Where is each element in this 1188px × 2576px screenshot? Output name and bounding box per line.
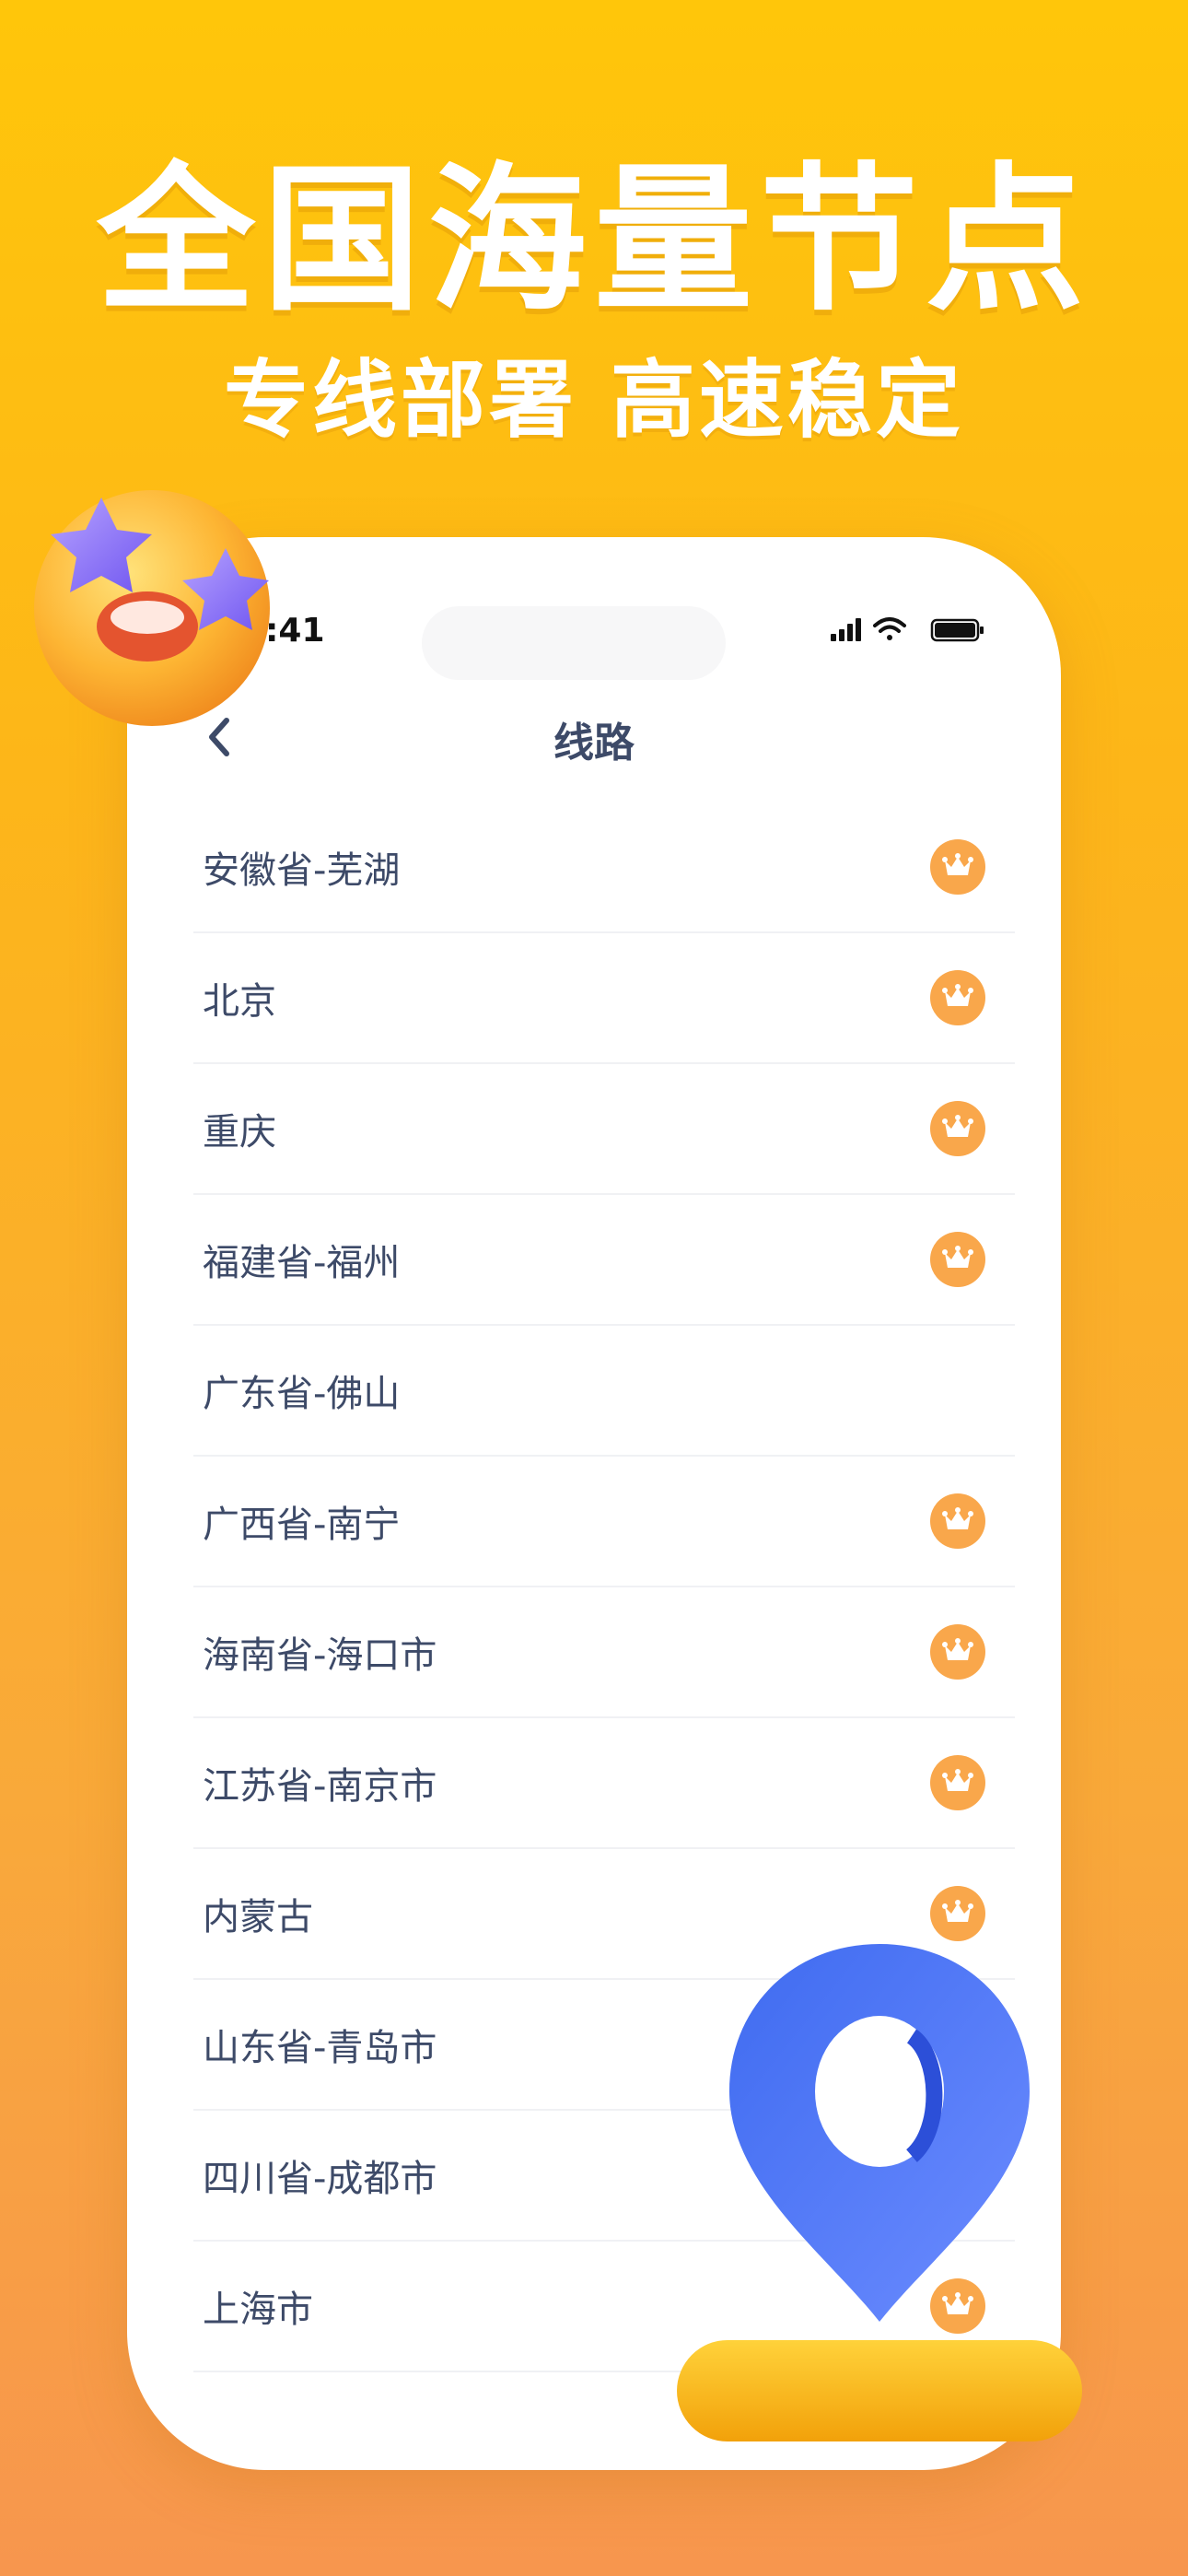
- promo-headline: 全国海量节点: [97, 147, 1091, 333]
- route-item[interactable]: 福建省-福州: [193, 1195, 1015, 1326]
- dynamic-island: [422, 606, 726, 680]
- route-label: 四川省-成都市: [203, 2158, 437, 2200]
- route-label: 上海市: [203, 2289, 313, 2331]
- crown-icon: [930, 1101, 985, 1156]
- battery-icon: [930, 618, 984, 642]
- route-item[interactable]: 重庆: [193, 1064, 1015, 1195]
- route-label: 福建省-福州: [203, 1242, 401, 1284]
- route-label: 内蒙古: [203, 1896, 313, 1938]
- route-item[interactable]: 江苏省-南京市: [193, 1718, 1015, 1849]
- crown-icon: [930, 1755, 985, 1810]
- route-label: 江苏省-南京市: [203, 1765, 437, 1808]
- route-label: 山东省-青岛市: [203, 2027, 437, 2069]
- signal-icon: [831, 618, 861, 641]
- crown-icon: [930, 1624, 985, 1680]
- crown-icon: [930, 1886, 985, 1941]
- crown-icon: [930, 1493, 985, 1549]
- route-item[interactable]: 广西省-南宁: [193, 1457, 1015, 1587]
- status-icons: [831, 617, 984, 642]
- crown-icon: [930, 839, 985, 895]
- pin-base-icon: [677, 2340, 1082, 2441]
- route-label: 广东省-佛山: [203, 1373, 401, 1415]
- star-eyes-emoji-icon: [34, 490, 270, 726]
- route-item[interactable]: 广东省-佛山: [193, 1326, 1015, 1457]
- promo-subline: 专线部署 高速稳定: [223, 351, 965, 450]
- location-pin-icon: [729, 1944, 1030, 2322]
- route-label: 北京: [203, 980, 276, 1023]
- route-item[interactable]: 海南省-海口市: [193, 1587, 1015, 1718]
- route-label: 重庆: [203, 1111, 276, 1153]
- crown-icon: [930, 970, 985, 1025]
- crown-icon: [930, 1232, 985, 1287]
- no-vip-spacer: [930, 1363, 985, 1418]
- wifi-icon: [873, 617, 906, 640]
- route-label: 海南省-海口市: [203, 1634, 437, 1677]
- route-label: 安徽省-芜湖: [203, 849, 401, 892]
- route-label: 广西省-南宁: [203, 1504, 401, 1546]
- route-item[interactable]: 北京: [193, 933, 1015, 1064]
- route-item[interactable]: 安徽省-芜湖: [193, 802, 1015, 933]
